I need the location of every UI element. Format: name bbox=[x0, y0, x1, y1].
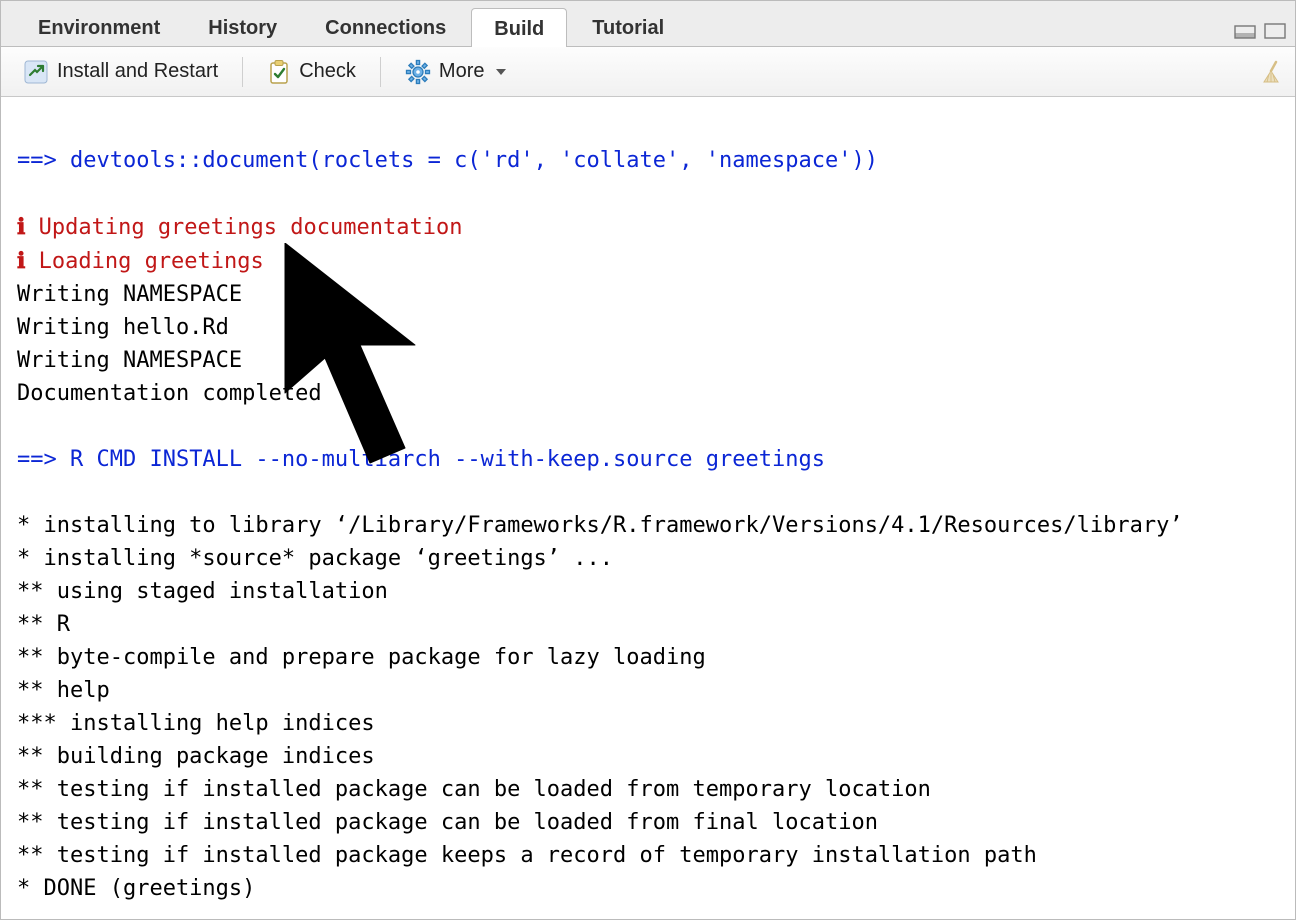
toolbar-separator bbox=[380, 57, 381, 87]
console-info: Updating greetings documentation bbox=[39, 215, 463, 240]
console-line: ** testing if installed package keeps a … bbox=[17, 843, 1037, 868]
console-line: Writing NAMESPACE bbox=[17, 282, 242, 307]
check-button[interactable]: Check bbox=[255, 53, 368, 91]
tab-build[interactable]: Build bbox=[471, 8, 567, 47]
clipboard-check-icon bbox=[267, 59, 291, 85]
console-line: * installing to library ‘/Library/Framew… bbox=[17, 513, 1183, 538]
install-restart-label: Install and Restart bbox=[57, 60, 218, 83]
toolbar-separator bbox=[242, 57, 243, 87]
console-line: ** testing if installed package can be l… bbox=[17, 777, 931, 802]
pane-window-controls bbox=[1233, 22, 1287, 46]
tab-environment[interactable]: Environment bbox=[15, 7, 183, 46]
console-line: Documentation completed bbox=[17, 381, 322, 406]
console-line: * installing *source* package ‘greetings… bbox=[17, 546, 613, 571]
install-restart-button[interactable]: Install and Restart bbox=[11, 53, 230, 91]
tab-tutorial[interactable]: Tutorial bbox=[569, 7, 687, 46]
console-line: Writing hello.Rd bbox=[17, 315, 229, 340]
console-line: ** using staged installation bbox=[17, 579, 388, 604]
tab-history[interactable]: History bbox=[185, 7, 300, 46]
minimize-pane-icon[interactable] bbox=[1233, 22, 1257, 40]
console-line: ** testing if installed package can be l… bbox=[17, 810, 878, 835]
console-prompt: ==> bbox=[17, 148, 70, 173]
tab-connections[interactable]: Connections bbox=[302, 7, 469, 46]
console-line: Writing NAMESPACE bbox=[17, 348, 242, 373]
console-line: ** help bbox=[17, 678, 110, 703]
console-command: devtools::document(roclets = c('rd', 'co… bbox=[70, 148, 878, 173]
console-line: *** installing help indices bbox=[17, 711, 375, 736]
chevron-down-icon bbox=[496, 69, 506, 75]
console-info: Loading greetings bbox=[39, 249, 264, 274]
console-line: * DONE (greetings) bbox=[17, 876, 255, 901]
build-console-output[interactable]: ==> devtools::document(roclets = c('rd',… bbox=[1, 97, 1295, 919]
clear-output-button[interactable] bbox=[1259, 59, 1285, 85]
pane-tabs: Environment History Connections Build Tu… bbox=[1, 1, 1295, 47]
install-restart-icon bbox=[23, 59, 49, 85]
console-line: ** building package indices bbox=[17, 744, 375, 769]
more-button[interactable]: More bbox=[393, 53, 519, 91]
console-prompt: ==> bbox=[17, 447, 70, 472]
more-label: More bbox=[439, 60, 485, 83]
console-command: R CMD INSTALL --no-multiarch --with-keep… bbox=[70, 447, 825, 472]
console-line: ** byte-compile and prepare package for … bbox=[17, 645, 706, 670]
build-toolbar: Install and Restart Check bbox=[1, 47, 1295, 97]
check-label: Check bbox=[299, 60, 356, 83]
broom-icon bbox=[1259, 59, 1285, 85]
build-pane: Environment History Connections Build Tu… bbox=[0, 0, 1296, 920]
maximize-pane-icon[interactable] bbox=[1263, 22, 1287, 40]
console-line: ** R bbox=[17, 612, 70, 637]
gear-icon bbox=[405, 59, 431, 85]
